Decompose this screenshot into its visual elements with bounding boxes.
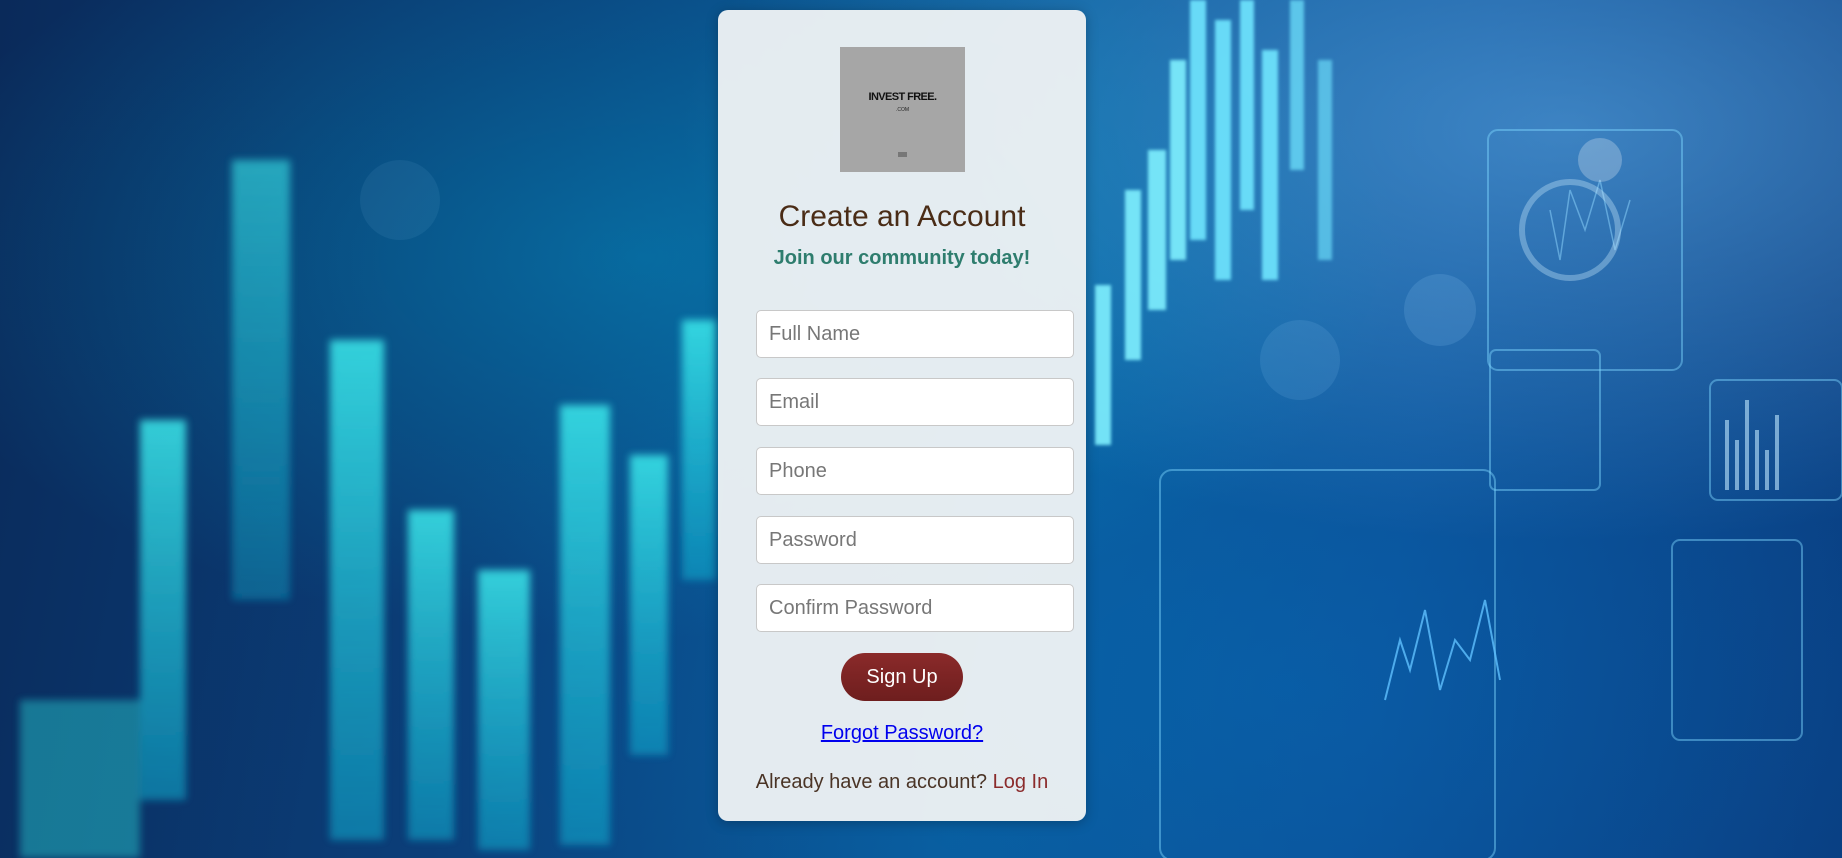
page-subtitle: Join our community today! <box>773 247 1031 269</box>
logo-mark-icon <box>898 152 907 157</box>
login-prompt-text: Already have an account? <box>755 771 988 793</box>
page-title: Create an Account <box>778 200 1026 233</box>
logo-wordmark: INVEST FREE. <box>868 91 938 103</box>
login-link[interactable]: Log In <box>993 771 1049 793</box>
password-input[interactable] <box>756 516 1074 564</box>
login-prompt: Already have an account? Log In <box>718 771 1086 794</box>
signup-card: INVEST FREE. .COM Create an Account Join… <box>718 10 1086 821</box>
forgot-password-row: Forgot Password? <box>718 722 1086 745</box>
forgot-password-link[interactable]: Forgot Password? <box>821 722 983 744</box>
sign-up-button[interactable]: Sign Up <box>841 653 963 701</box>
logo-domain: .COM <box>895 107 910 113</box>
email-input[interactable] <box>756 378 1074 426</box>
investfree-logo: INVEST FREE. .COM <box>840 47 965 172</box>
full-name-input[interactable] <box>756 310 1074 358</box>
confirm-password-input[interactable] <box>756 584 1074 632</box>
phone-input[interactable] <box>756 447 1074 495</box>
